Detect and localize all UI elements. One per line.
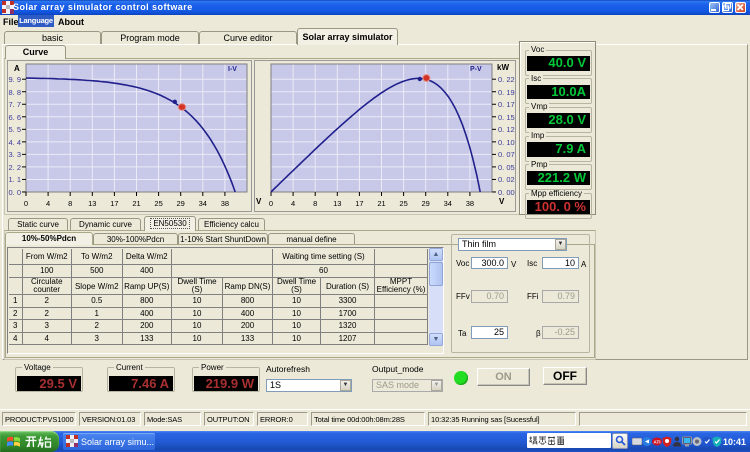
svg-text:ATI: ATI — [654, 440, 661, 445]
